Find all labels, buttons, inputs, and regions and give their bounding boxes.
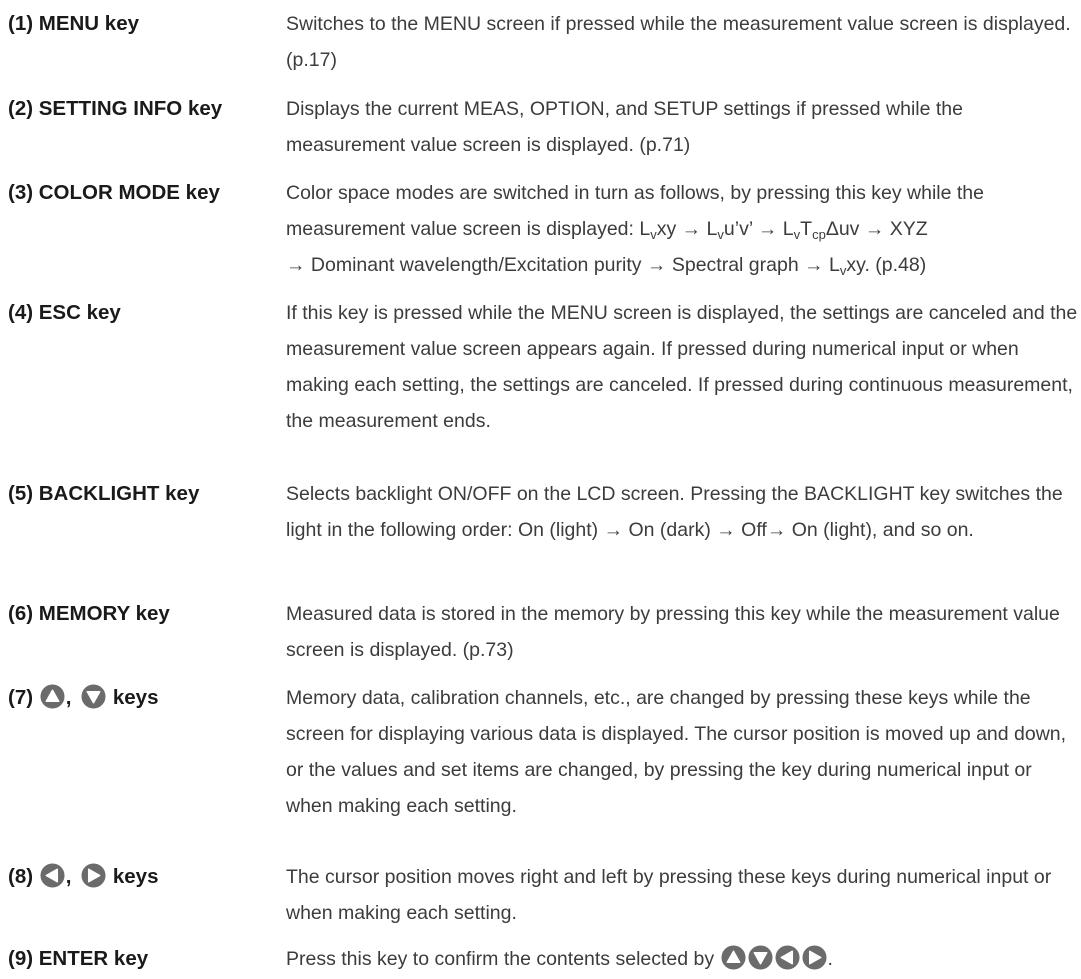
right-key-icon (802, 945, 827, 970)
up-key-icon (40, 684, 65, 709)
left-key-icon (40, 863, 65, 888)
desc-setting-info-key: Displays the current MEAS, OPTION, and S… (286, 98, 963, 156)
desc-up-down-keys: Memory data, calibration channels, etc.,… (286, 687, 1067, 817)
right-key-icon (81, 863, 106, 888)
desc-menu-key: Switches to the MENU screen if pressed w… (286, 13, 1071, 71)
left-key-icon (775, 945, 800, 970)
desc-backlight-key: Selects backlight ON/OFF on the LCD scre… (286, 483, 1063, 541)
term-enter-key: (9) ENTER key (8, 947, 149, 970)
desc-enter-key: Press this key to confirm the contents s… (286, 941, 1081, 977)
term-color-mode-key: (3) COLOR MODE key (8, 181, 220, 204)
desc-left-right-keys: The cursor position moves right and left… (286, 866, 1052, 924)
desc-color-mode-key: Color space modes are switched in turn a… (286, 182, 984, 278)
term-esc-key: (4) ESC key (8, 301, 121, 324)
term-up-down-keys: (7) , keys (8, 684, 159, 709)
down-key-icon (81, 684, 106, 709)
desc-memory-key: Measured data is stored in the memory by… (286, 603, 1060, 661)
term-setting-info-key: (2) SETTING INFO key (8, 97, 223, 120)
term-menu-key: (1) MENU key (8, 12, 140, 35)
term-backlight-key: (5) BACKLIGHT key (8, 482, 200, 505)
term-memory-key: (6) MEMORY key (8, 602, 170, 625)
up-key-icon (721, 945, 746, 970)
down-key-icon (748, 945, 773, 970)
term-left-right-keys: (8) , keys (8, 863, 159, 888)
desc-esc-key: If this key is pressed while the MENU sc… (286, 302, 1078, 432)
